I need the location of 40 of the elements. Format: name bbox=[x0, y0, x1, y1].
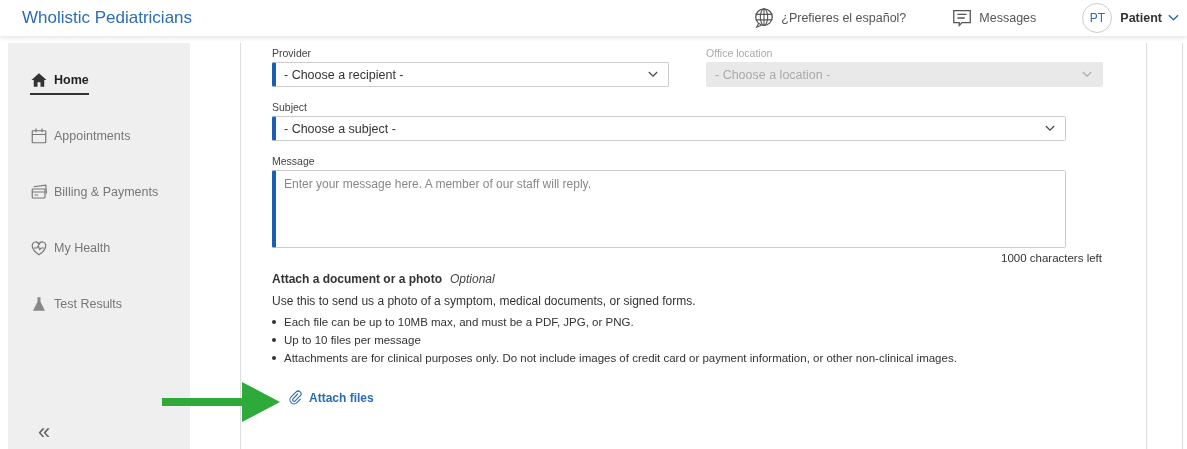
provider-select[interactable]: - Choose a recipient - bbox=[272, 62, 669, 87]
nav-item[interactable]: Appointments bbox=[30, 127, 131, 151]
flask-icon bbox=[30, 295, 48, 313]
collapse-button[interactable]: « bbox=[34, 421, 55, 443]
field-label: Subject bbox=[272, 101, 309, 113]
rule-text: Attachments are for clinical purposes only. Do not include images of credit card or payment information, or other non-clinical images. bbox=[284, 352, 957, 364]
nav-item[interactable]: Billing & Payments bbox=[30, 183, 159, 207]
character-counter: 1000 characters left bbox=[1001, 252, 1102, 264]
chevron-down-icon bbox=[648, 71, 658, 78]
messages-link[interactable]: Messages bbox=[951, 7, 1037, 29]
cards-icon bbox=[30, 183, 48, 201]
nav-item[interactable]: Home bbox=[30, 71, 89, 95]
nav-item[interactable]: Test Results bbox=[30, 295, 123, 319]
bullet-icon bbox=[272, 320, 276, 324]
brand-name[interactable]: Wholistic Pediatricians bbox=[22, 8, 193, 28]
subject-select[interactable]: - Choose a subject - bbox=[272, 116, 1066, 141]
globe-icon bbox=[753, 7, 776, 29]
nav-item[interactable]: My Health bbox=[30, 239, 111, 263]
paperclip-icon bbox=[288, 390, 303, 405]
bullet-icon bbox=[272, 338, 276, 342]
calendar-icon bbox=[30, 127, 48, 145]
language-link[interactable]: ¿Prefieres el español? bbox=[753, 7, 907, 29]
field-label: Office location bbox=[706, 47, 774, 59]
message-field[interactable]: Enter your message here. A member of our staff will reply. bbox=[272, 170, 1066, 248]
home-icon bbox=[30, 71, 48, 89]
field-label: Provider bbox=[272, 47, 313, 59]
message-icon bbox=[951, 7, 974, 29]
bullet-icon bbox=[272, 356, 276, 360]
chevron-down-icon bbox=[1168, 14, 1179, 22]
instruction-text: Use this to send us a photo of a symptom, medical documents, or signed forms. bbox=[272, 294, 697, 308]
chevron-down-icon bbox=[1045, 125, 1055, 132]
rule-text: Each file can be up to 10MB max, and must be a PDF, JPG, or PNG. bbox=[284, 316, 634, 328]
rule-text: Up to 10 files per message bbox=[284, 334, 421, 346]
heart-pulse-icon bbox=[30, 239, 48, 257]
chevron-down-icon bbox=[1082, 71, 1092, 78]
section-heading: Attach a document or a photo bbox=[272, 272, 442, 286]
field-label: Message bbox=[272, 155, 316, 167]
user-menu[interactable]: Patient bbox=[1120, 11, 1179, 25]
optional-note: Optional bbox=[450, 272, 495, 286]
attach-files-link[interactable]: Attach files bbox=[288, 390, 374, 405]
